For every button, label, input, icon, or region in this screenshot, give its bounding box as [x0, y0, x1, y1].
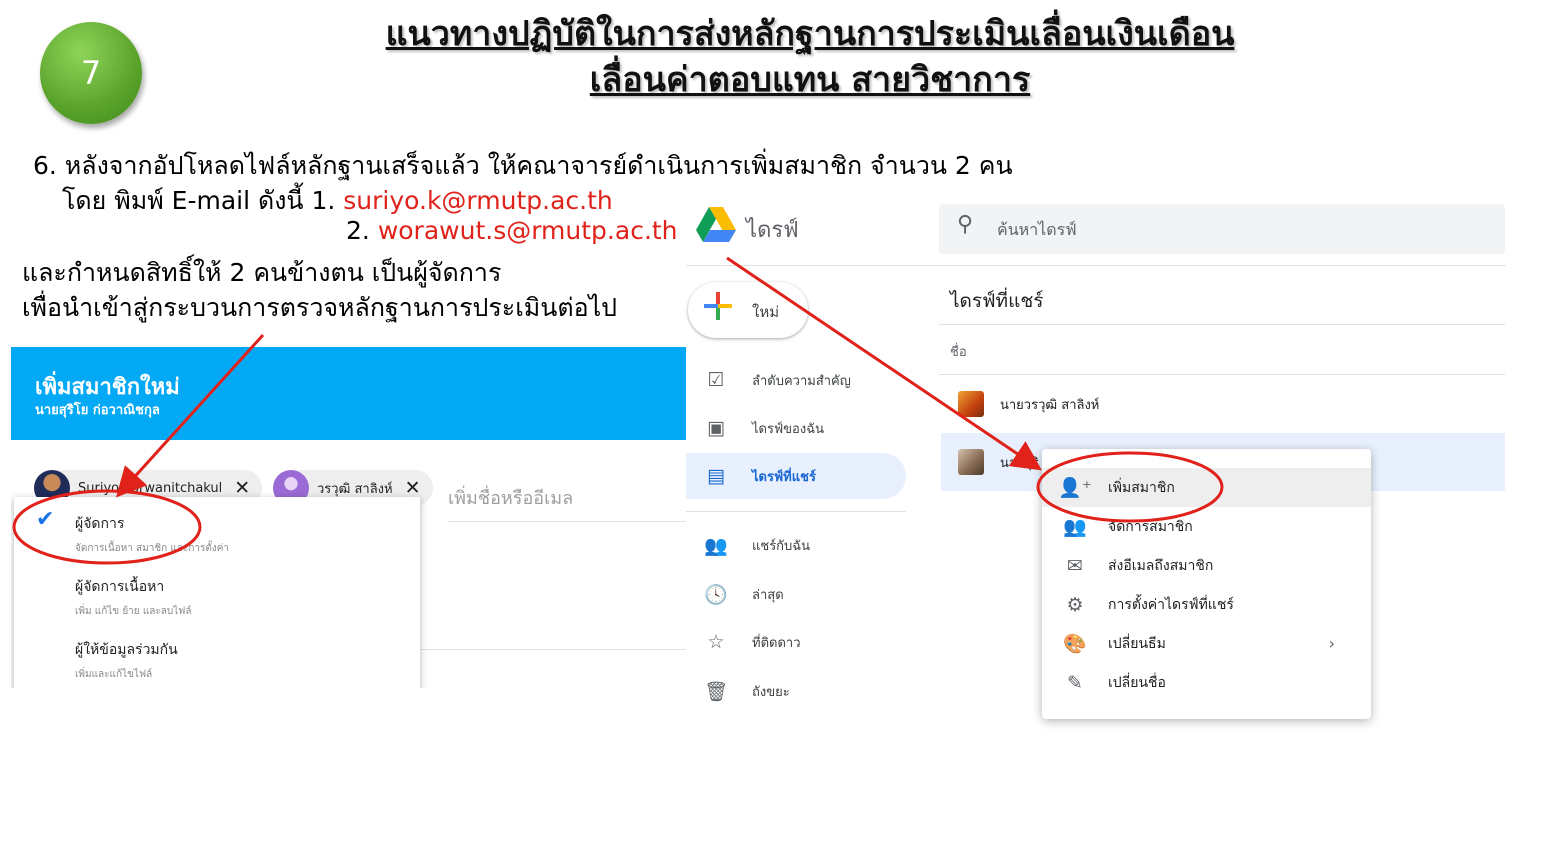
- highlight-add-member: [1036, 451, 1224, 523]
- arrow-to-manager-role: [115, 333, 265, 498]
- highlight-manager-role: [12, 489, 202, 565]
- arrow-to-add-member: [726, 256, 1042, 471]
- annotation-overlay: [12, 256, 1224, 565]
